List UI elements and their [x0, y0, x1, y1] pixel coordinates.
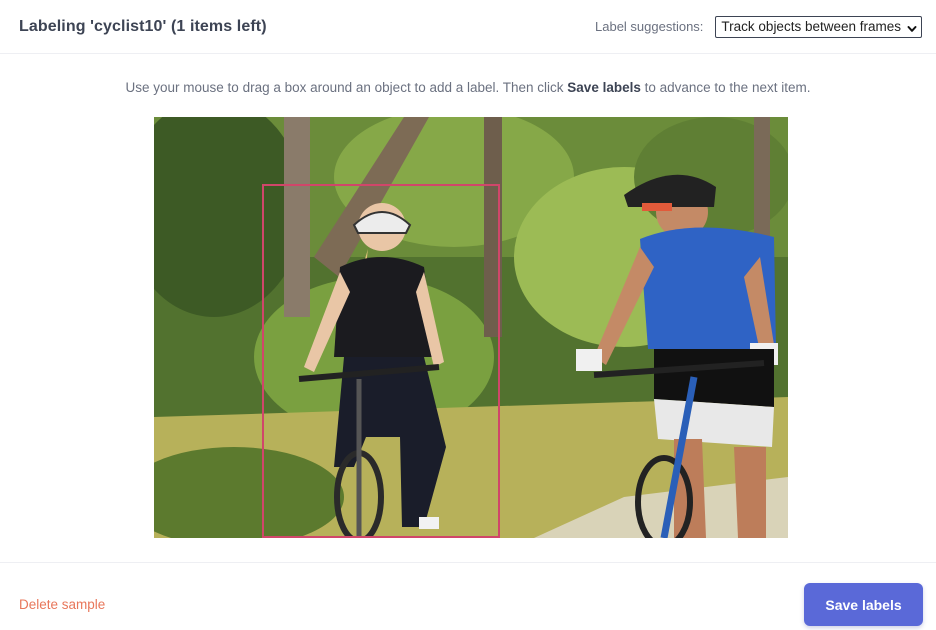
instructions-emphasis: Save labels: [567, 80, 641, 95]
label-suggestions: Label suggestions: Track objects between…: [595, 15, 922, 38]
page-title: Labeling 'cyclist10' (1 items left): [19, 17, 267, 35]
label-suggestions-select[interactable]: Track objects between frames: [715, 15, 922, 38]
bounding-box[interactable]: [262, 184, 500, 538]
label-suggestions-value: Track objects between frames: [721, 19, 901, 34]
delete-sample-link[interactable]: Delete sample: [19, 597, 105, 612]
chevron-down-icon: [907, 22, 917, 32]
instructions-text-end: to advance to the next item.: [640, 80, 811, 95]
footer: Delete sample Save labels: [0, 562, 936, 630]
label-suggestions-label: Label suggestions:: [595, 19, 704, 34]
save-labels-button[interactable]: Save labels: [804, 583, 923, 626]
instructions-text: Use your mouse to drag a box around an o…: [125, 80, 568, 95]
labeling-canvas[interactable]: [154, 117, 788, 538]
instructions: Use your mouse to drag a box around an o…: [0, 80, 936, 95]
header: Labeling 'cyclist10' (1 items left) Labe…: [0, 0, 936, 54]
